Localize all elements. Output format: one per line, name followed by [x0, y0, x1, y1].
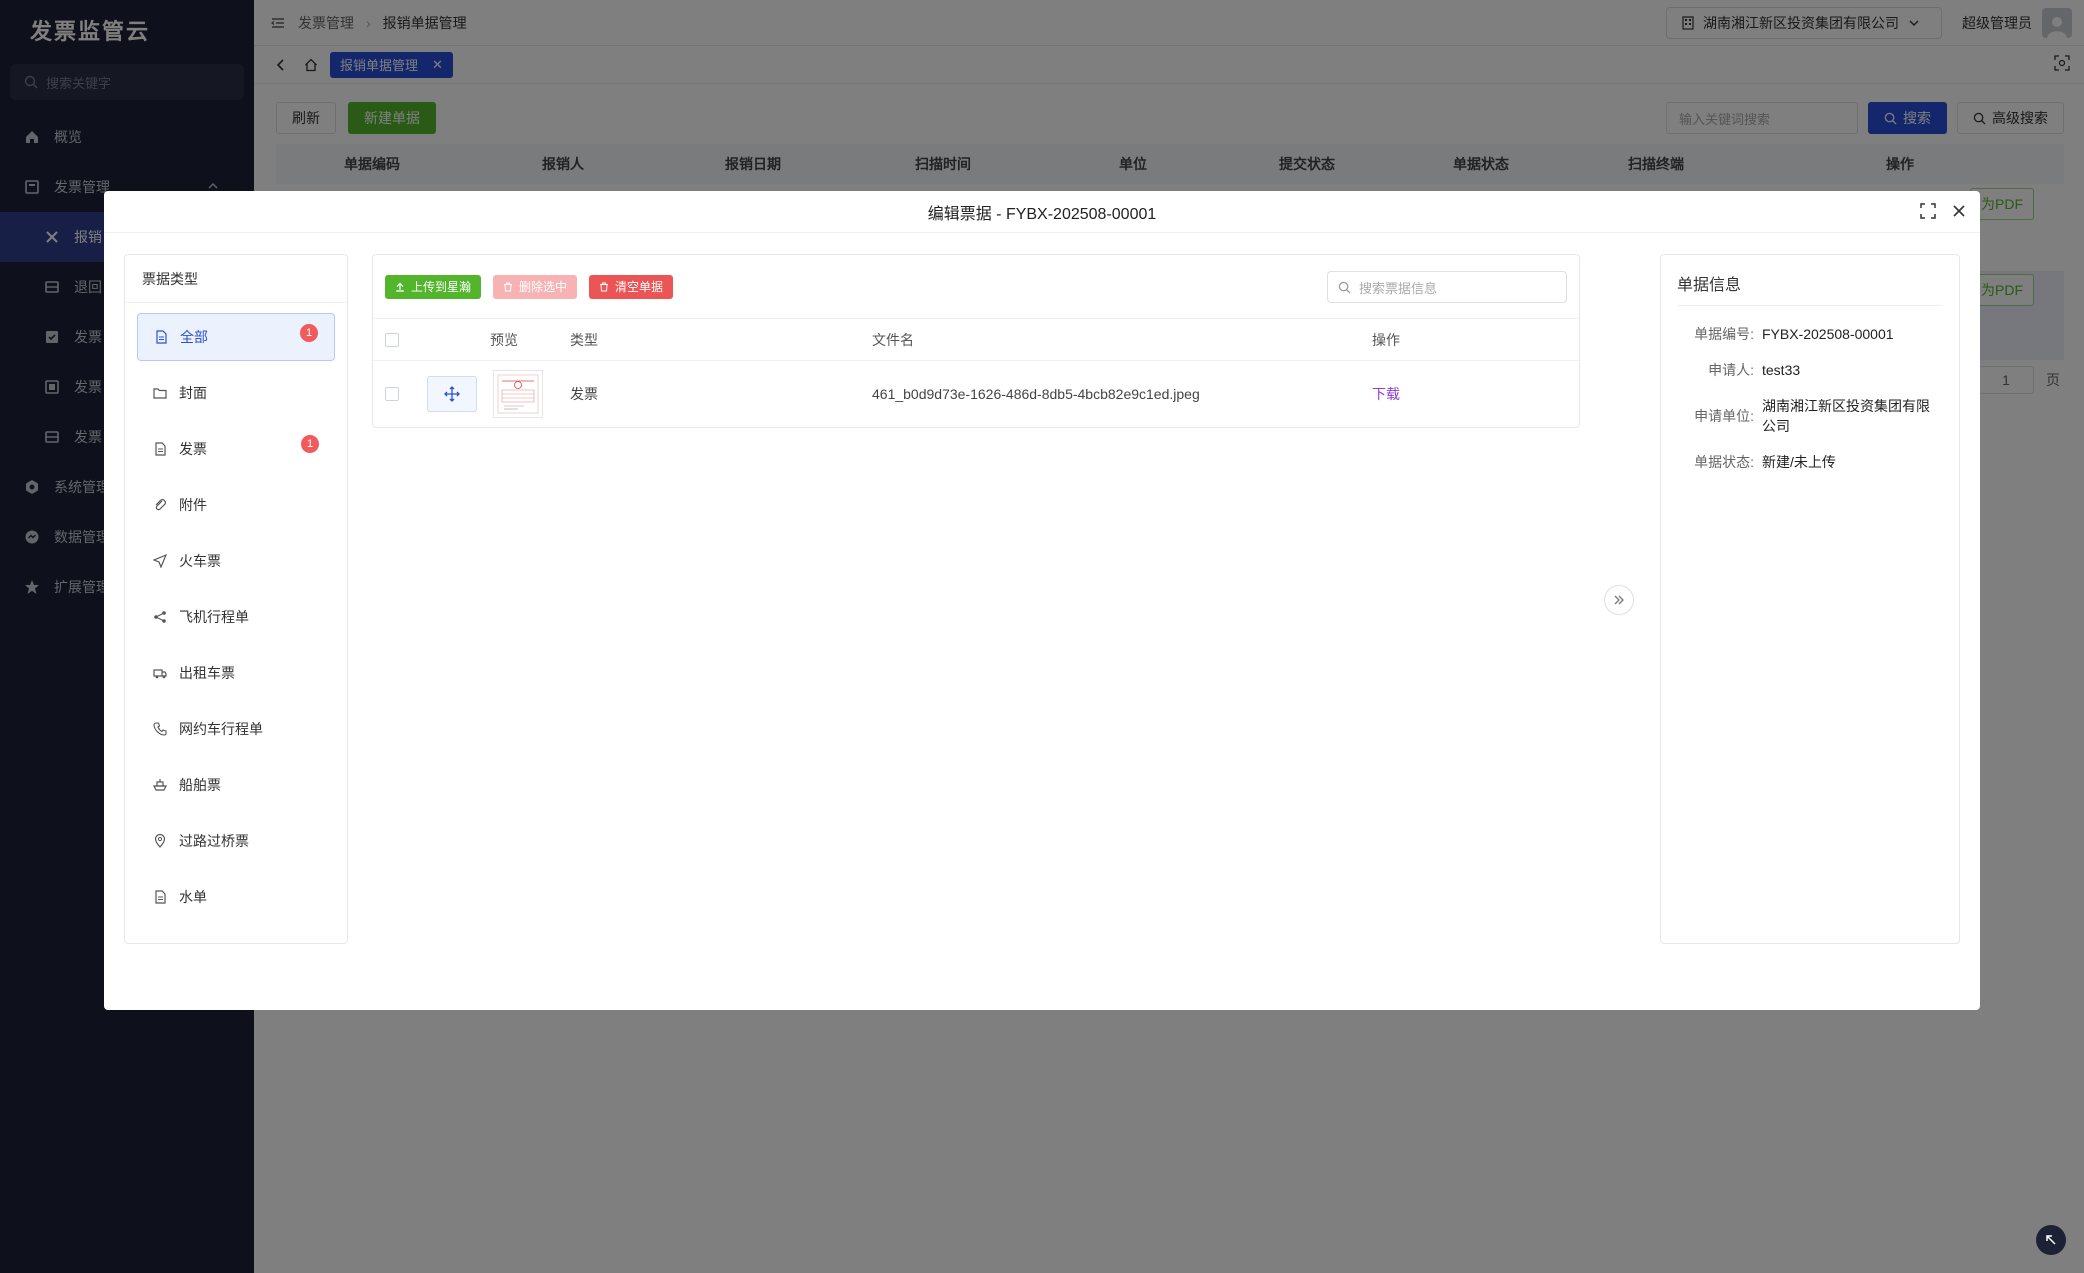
column-header: 操作 [1372, 331, 1400, 348]
info-value: FYBX-202508-00001 [1762, 326, 1894, 342]
clear-document-label: 清空单据 [615, 280, 664, 294]
location-icon [154, 834, 166, 848]
info-key: 申请单位: [1694, 408, 1754, 424]
category-item-all[interactable]: 全部 1 [137, 313, 335, 361]
trash-icon [504, 282, 513, 291]
upload-label: 上传到星瀚 [411, 280, 472, 294]
category-label: 过路过桥票 [179, 833, 249, 849]
delete-selected-label: 删除选中 [519, 280, 568, 294]
download-link[interactable]: 下载 [1372, 384, 1400, 404]
info-key: 单据状态: [1694, 454, 1754, 470]
table-row: 发票 461_b0d9d73e-1626-486d-8db5-4bcb82e9c… [373, 361, 1579, 427]
upload-icon [396, 282, 404, 292]
category-label: 附件 [179, 497, 207, 513]
upload-button[interactable]: 上传到星瀚 [385, 274, 482, 299]
category-label: 网约车行程单 [179, 721, 263, 737]
category-item-flight-itinerary[interactable]: 飞机行程单 [137, 593, 335, 641]
select-all-checkbox[interactable] [385, 332, 399, 347]
category-item-ship-ticket[interactable]: 船舶票 [137, 761, 335, 809]
info-value: 新建/未上传 [1762, 454, 1836, 470]
category-label: 发票 [179, 441, 207, 457]
ship-icon [153, 779, 167, 791]
category-item-invoice[interactable]: 发票 1 [137, 425, 335, 473]
category-label: 封面 [179, 385, 207, 401]
category-item-taxi-ticket[interactable]: 出租车票 [137, 649, 335, 697]
info-key: 申请人: [1708, 362, 1754, 378]
delete-selected-button[interactable]: 删除选中 [493, 274, 578, 299]
file-name: 461_b0d9d73e-1626-486d-8db5-4bcb82e9c1ed… [872, 386, 1200, 402]
info-value: test33 [1762, 362, 1801, 378]
close-icon[interactable] [1952, 204, 1966, 218]
chevrons-right-icon [1614, 595, 1624, 605]
edit-document-modal: 编辑票据 - FYBX-202508-00001 票据类型 全部 1 封面 发票… [104, 191, 1980, 1010]
file-icon [155, 442, 166, 456]
count-badge: 1 [301, 435, 319, 453]
phone-icon [153, 722, 167, 736]
category-item-train-ticket[interactable]: 火车票 [137, 537, 335, 585]
category-item-attachment[interactable]: 附件 [137, 481, 335, 529]
file-search-placeholder: 搜索票据信息 [1359, 280, 1438, 296]
info-value: 湖南湘江新区投资集团有限公司 [1762, 398, 1930, 434]
file-preview-thumbnail[interactable] [493, 370, 543, 418]
category-label: 全部 [180, 329, 208, 345]
clear-document-button[interactable]: 清空单据 [589, 274, 674, 299]
search-icon [1338, 281, 1351, 294]
maximize-icon[interactable] [1920, 203, 1936, 219]
category-label: 水单 [179, 889, 207, 905]
category-item-bank-slip[interactable]: 水单 [137, 873, 335, 921]
paperclip-icon [155, 499, 166, 511]
file-search-input[interactable]: 搜索票据信息 [1327, 271, 1567, 303]
trash-icon [600, 282, 609, 291]
document-info-panel: 单据信息 单据编号: FYBX-202508-00001 申请人: test33… [1660, 254, 1960, 944]
category-label: 出租车票 [179, 665, 235, 681]
drag-handle[interactable] [427, 376, 477, 412]
folder-icon [153, 388, 167, 399]
row-checkbox[interactable] [385, 387, 399, 401]
category-item-cover[interactable]: 封面 [137, 369, 335, 417]
document-type-panel: 票据类型 全部 1 封面 发票 1 附件 火车票 飞机行程单 出租车票 网约车行… [124, 254, 348, 944]
column-header: 类型 [570, 331, 598, 348]
file-toolbar: 上传到星瀚 删除选中 清空单据 搜索票据信息 [373, 255, 1579, 319]
category-item-toll-ticket[interactable]: 过路过桥票 [137, 817, 335, 865]
info-row-applicant-unit: 申请单位: 湖南湘江新区投资集团有限公司 [1677, 388, 1943, 444]
invoice-image [497, 374, 539, 414]
panel-title: 单据信息 [1677, 271, 1943, 306]
file-icon [156, 330, 167, 344]
toggle-info-panel-button[interactable] [1604, 585, 1634, 615]
panel-title: 票据类型 [125, 255, 347, 303]
info-row-document-status: 单据状态: 新建/未上传 [1677, 444, 1943, 480]
category-list: 全部 1 封面 发票 1 附件 火车票 飞机行程单 出租车票 网约车行程单 船舶… [125, 303, 347, 939]
file-icon [155, 890, 166, 904]
category-label: 火车票 [179, 553, 221, 569]
category-label: 飞机行程单 [179, 609, 249, 625]
arrow-up-left-icon [2046, 1235, 2056, 1245]
category-label: 船舶票 [179, 777, 221, 793]
modal-title: 编辑票据 - FYBX-202508-00001 [104, 191, 1980, 233]
column-header: 预览 [490, 331, 518, 348]
file-type: 发票 [570, 386, 598, 402]
move-icon [444, 386, 460, 402]
info-key: 单据编号: [1694, 326, 1754, 342]
truck-icon [153, 669, 167, 679]
category-item-ride-hailing[interactable]: 网约车行程单 [137, 705, 335, 753]
modal-actions [1920, 203, 1966, 219]
share-icon [154, 611, 166, 623]
info-row-document-number: 单据编号: FYBX-202508-00001 [1677, 316, 1943, 352]
file-table-header: 预览 类型 文件名 操作 [373, 319, 1579, 361]
info-row-applicant: 申请人: test33 [1677, 352, 1943, 388]
file-list-panel: 上传到星瀚 删除选中 清空单据 搜索票据信息 预览 类型 文件名 操作 发票 4… [372, 254, 1580, 428]
send-icon [153, 554, 167, 568]
back-to-top-button[interactable] [2036, 1225, 2066, 1255]
count-badge: 1 [300, 324, 318, 342]
column-header: 文件名 [872, 331, 914, 348]
